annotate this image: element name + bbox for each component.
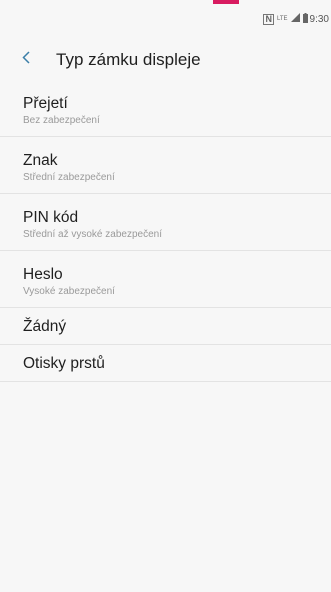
header: Typ zámku displeje (0, 40, 331, 80)
list-item-title: Přejetí (23, 95, 68, 112)
list-item-swipe[interactable]: Přejetí Bez zabezpečení (0, 80, 331, 137)
nfc-icon: N (263, 13, 274, 25)
lte-icon: LTE (276, 16, 288, 22)
list-item-fingerprints[interactable]: Otisky prstů (0, 345, 331, 382)
top-accent-bar (213, 0, 239, 4)
list-item-subtitle: Bez zabezpečení (23, 115, 100, 126)
list-item-title: Znak (23, 152, 58, 169)
status-time: 9:30 (309, 13, 329, 25)
chevron-left-icon (22, 51, 30, 69)
back-button[interactable] (0, 40, 32, 80)
page-title: Typ zámku displeje (56, 50, 201, 69)
list-item-none[interactable]: Žádný (0, 308, 331, 345)
list-item-title: Otisky prstů (23, 355, 105, 372)
status-bar: N LTE 9:30 (0, 8, 331, 30)
list-item-pin[interactable]: PIN kód Střední až vysoké zabezpečení (0, 194, 331, 251)
signal-icon (290, 13, 300, 25)
list-item-title: Heslo (23, 266, 63, 283)
lock-type-list: Přejetí Bez zabezpečení Znak Střední zab… (0, 80, 331, 382)
list-item-password[interactable]: Heslo Vysoké zabezpečení (0, 251, 331, 308)
list-item-subtitle: Střední zabezpečení (23, 172, 115, 183)
battery-icon (302, 12, 308, 26)
list-item-pattern[interactable]: Znak Střední zabezpečení (0, 137, 331, 194)
list-item-title: Žádný (23, 318, 67, 335)
list-item-subtitle: Střední až vysoké zabezpečení (23, 229, 162, 240)
list-item-subtitle: Vysoké zabezpečení (23, 286, 115, 297)
list-item-title: PIN kód (23, 209, 79, 226)
status-icons: N LTE (263, 12, 308, 26)
